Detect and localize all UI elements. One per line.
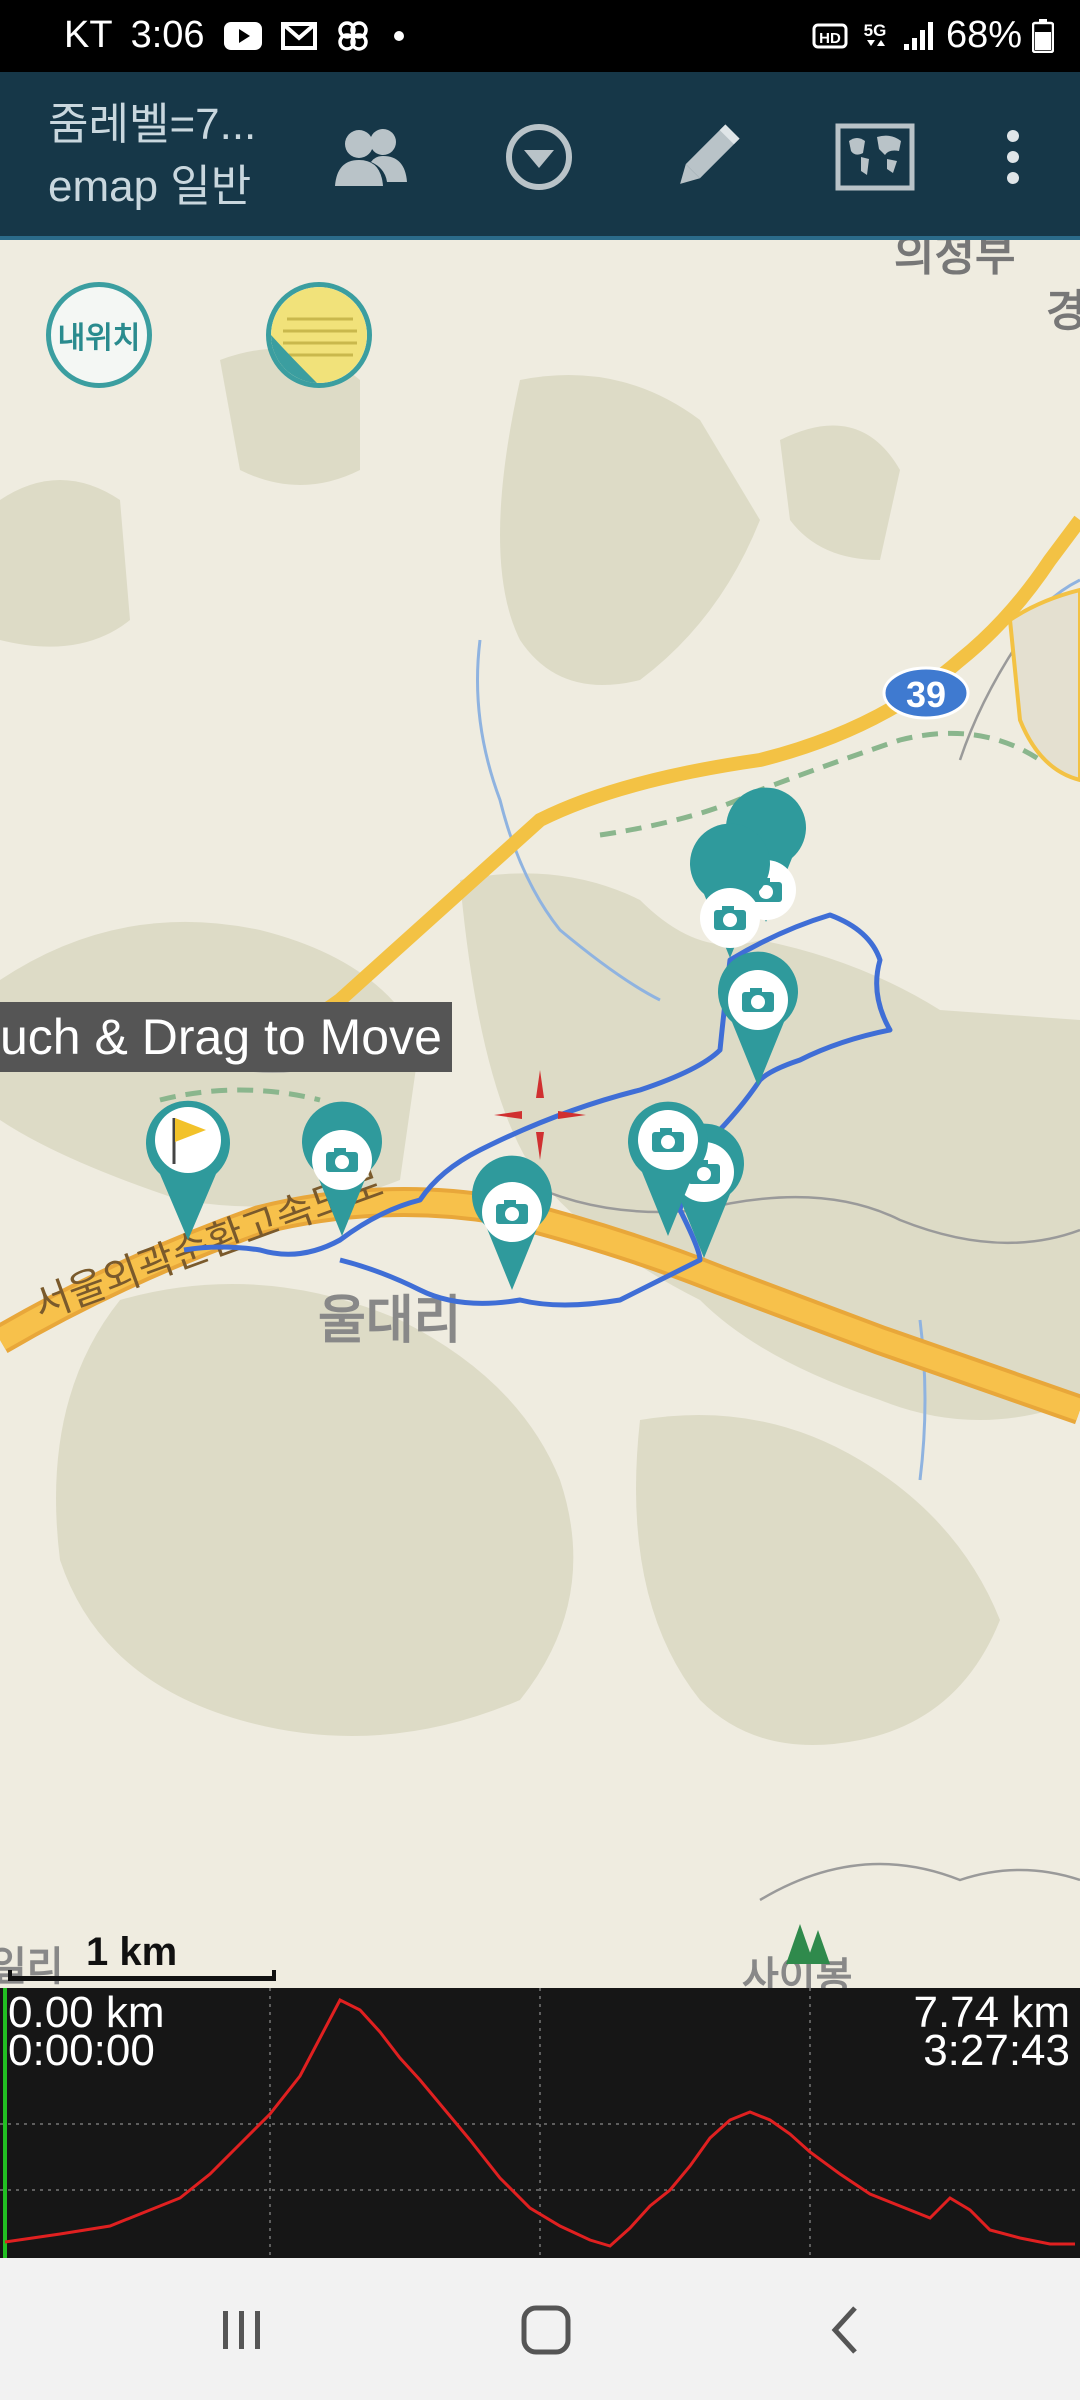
- dropdown-circle-icon[interactable]: [494, 112, 584, 202]
- carrier-label: KT: [64, 14, 113, 56]
- memo-icon: [271, 287, 367, 383]
- region-label-1: 의정부: [894, 240, 1015, 280]
- home-icon[interactable]: [506, 2298, 586, 2362]
- network-5g-icon: 5G: [864, 21, 887, 46]
- battery-percent: 68%: [945, 14, 1022, 56]
- overflow-menu-icon[interactable]: [968, 112, 1058, 202]
- place-label: 울대리: [318, 1292, 462, 1350]
- memo-layer-button[interactable]: [266, 282, 372, 388]
- drag-tooltip: uch & Drag to Move: [0, 1002, 452, 1072]
- start-time: 0:00:00: [8, 2026, 155, 2075]
- mail-icon: [280, 21, 317, 50]
- app-title[interactable]: 줌레벨=7... emap 일반: [48, 94, 256, 218]
- pencil-icon[interactable]: [662, 112, 752, 202]
- map-view[interactable]: 서울외곽순환고속도로 울대리 의정부 경 일리 사이봉 39 내위치 uch &…: [0, 240, 1080, 1988]
- bottom-left-label: 일리: [0, 1945, 64, 1988]
- world-map-icon[interactable]: [830, 112, 920, 202]
- region-label-2: 경: [1046, 287, 1080, 336]
- peak-icon: [786, 1924, 830, 1964]
- hd-label: HD: [819, 30, 841, 47]
- route-shield: 39: [882, 666, 970, 720]
- pinwheel-icon: [337, 20, 368, 51]
- system-nav-bar: [0, 2258, 1080, 2400]
- map-type-text: emap 일반: [48, 162, 252, 211]
- youtube-icon: [223, 21, 262, 50]
- notification-dot-icon: [393, 30, 404, 41]
- recent-apps-icon[interactable]: [202, 2298, 282, 2362]
- end-time: 3:27:43: [923, 2026, 1070, 2075]
- route-number: 39: [906, 674, 946, 715]
- battery-icon: [1032, 18, 1054, 53]
- 5g-label: 5G: [864, 21, 887, 40]
- back-icon[interactable]: [806, 2298, 886, 2362]
- elevation-profile[interactable]: 0.00 km 0:00:00 7.74 km 3:27:43: [0, 1988, 1080, 2258]
- clock: 3:06: [130, 14, 205, 56]
- people-icon[interactable]: [326, 112, 416, 202]
- my-location-label: 내위치: [57, 322, 141, 355]
- app-bar: 줌레벨=7... emap 일반: [0, 72, 1080, 240]
- status-bar: KT 3:06 HD 5G 68%: [0, 0, 1080, 72]
- zoom-level-text: 줌레벨=7...: [48, 100, 257, 149]
- town-area: [1007, 587, 1080, 783]
- hd-voice-icon: HD: [812, 23, 848, 48]
- signal-icon: [903, 21, 933, 50]
- scale-label: 1 km: [86, 1930, 178, 1974]
- my-location-button[interactable]: 내위치: [46, 282, 152, 388]
- scale-bar: [8, 1970, 276, 1981]
